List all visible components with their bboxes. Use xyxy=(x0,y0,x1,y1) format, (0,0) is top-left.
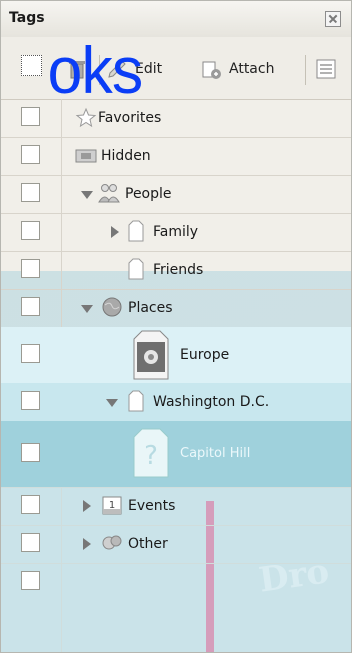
expand-triangle-icon[interactable] xyxy=(111,226,119,238)
tag-icon xyxy=(128,258,144,280)
expand-triangle-icon[interactable] xyxy=(81,191,93,199)
tag-checkbox[interactable] xyxy=(21,145,40,164)
tag-icon xyxy=(128,390,144,412)
tag-checkbox[interactable] xyxy=(21,107,40,126)
tag-row-friends[interactable]: Friends xyxy=(1,251,351,290)
expand-triangle-icon[interactable] xyxy=(81,305,93,313)
tag-row-europe[interactable]: Europe xyxy=(1,327,351,384)
tag-checkbox[interactable] xyxy=(21,391,40,410)
tag-list-empty-area xyxy=(1,563,351,652)
tag-checkbox[interactable] xyxy=(21,344,40,363)
select-all-checkbox[interactable] xyxy=(21,51,42,79)
tag-checkbox[interactable] xyxy=(21,183,40,202)
hidden-icon xyxy=(75,149,97,163)
calendar-icon: 1 xyxy=(102,496,122,515)
panel-title: Tags xyxy=(9,10,45,26)
star-icon xyxy=(75,107,97,128)
tag-row-capitol-hill[interactable]: ? Capitol Hill xyxy=(1,421,351,488)
tag-row-people[interactable]: People xyxy=(1,175,351,214)
tag-row-favorites[interactable]: Favorites xyxy=(1,99,351,138)
expand-triangle-icon[interactable] xyxy=(106,399,118,407)
expand-triangle-icon[interactable] xyxy=(83,500,91,512)
tag-icon xyxy=(128,220,144,242)
svg-text:?: ? xyxy=(144,441,158,471)
other-icon xyxy=(102,535,122,550)
tag-checkbox[interactable] xyxy=(21,297,40,316)
tag-row-other[interactable]: Other xyxy=(1,525,351,564)
tag-row-family[interactable]: Family xyxy=(1,213,351,252)
question-tag-icon: ? xyxy=(133,428,169,478)
tag-row-hidden[interactable]: Hidden xyxy=(1,137,351,176)
tag-checkbox[interactable] xyxy=(21,495,40,514)
attach-label: Attach xyxy=(229,61,275,77)
expand-triangle-icon[interactable] xyxy=(83,538,91,550)
attach-button[interactable]: Attach xyxy=(199,55,274,83)
tag-checkbox[interactable] xyxy=(21,443,40,462)
attach-icon xyxy=(199,57,223,81)
overlay-text: oks xyxy=(47,33,143,107)
list-icon xyxy=(314,57,338,81)
tag-checkbox[interactable] xyxy=(21,571,40,590)
list-view-button[interactable] xyxy=(314,55,338,83)
tag-row-events[interactable]: 1 Events xyxy=(1,487,351,526)
tag-checkbox[interactable] xyxy=(21,221,40,240)
tag-checkbox[interactable] xyxy=(21,259,40,278)
tag-row-places[interactable]: Places xyxy=(1,289,351,328)
tags-panel: Dro Tags Edit Attach xyxy=(0,0,352,653)
tag-row-washington[interactable]: Washington D.C. xyxy=(1,383,351,422)
svg-text:1: 1 xyxy=(109,500,115,511)
people-icon xyxy=(98,184,120,203)
close-icon[interactable] xyxy=(325,11,341,27)
tag-checkbox[interactable] xyxy=(21,533,40,552)
photo-tag-icon xyxy=(133,330,169,380)
globe-icon xyxy=(102,297,122,317)
